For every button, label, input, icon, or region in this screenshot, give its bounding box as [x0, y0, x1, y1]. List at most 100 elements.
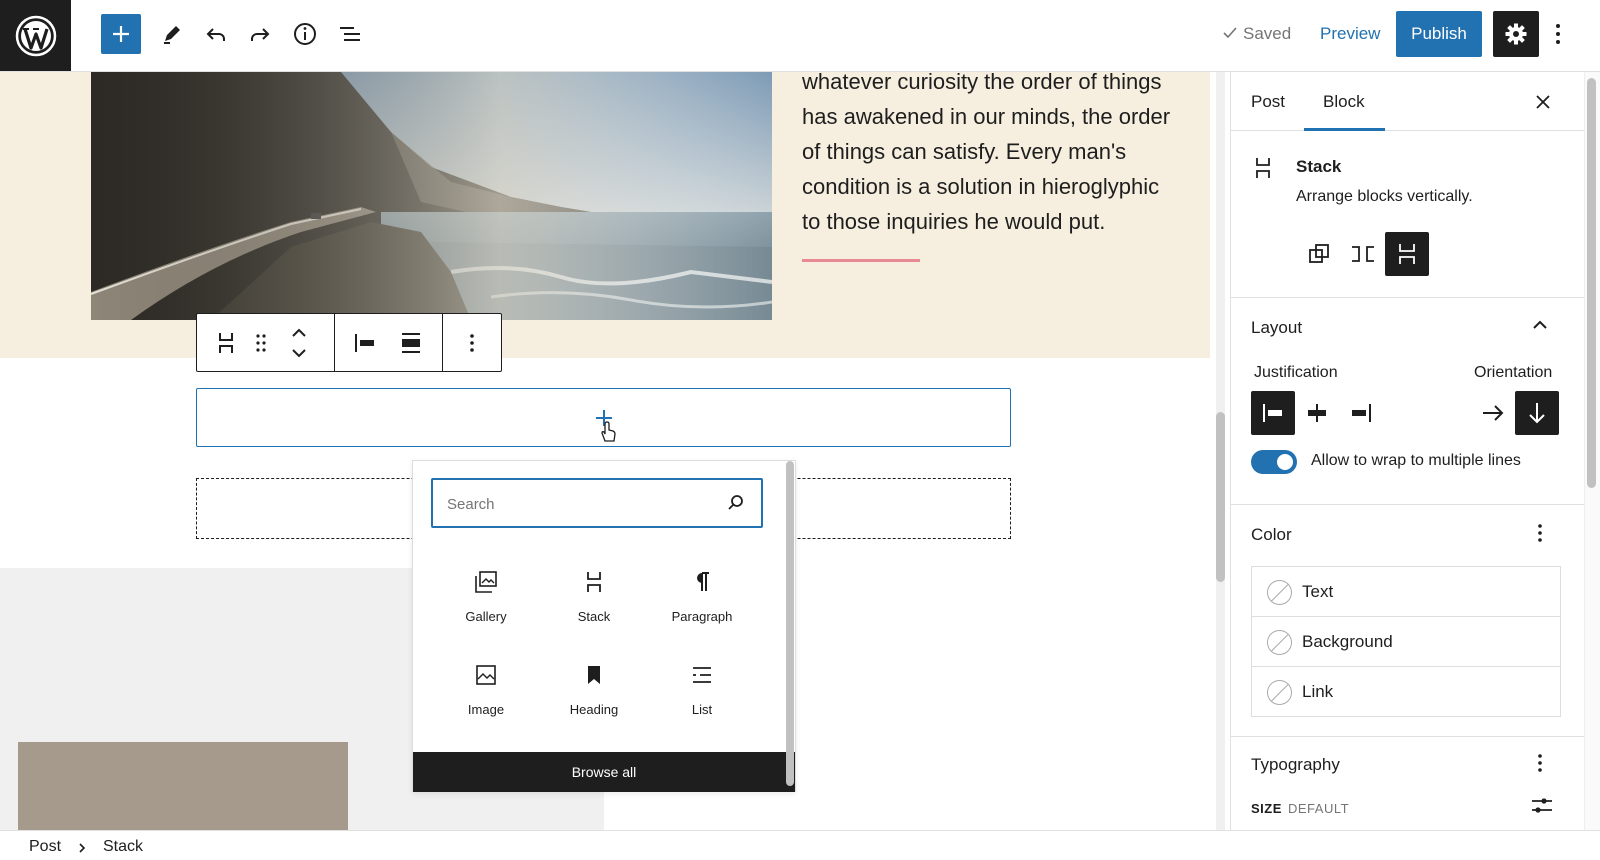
block-title: Stack	[1296, 157, 1342, 176]
color-item-label: Background	[1302, 632, 1393, 651]
tab-block[interactable]: Block	[1323, 92, 1365, 112]
settings-sidebar: Post Block Stack Arrange blocks vertical…	[1230, 72, 1584, 830]
details-button[interactable]	[285, 14, 325, 54]
color-link-row[interactable]: Link	[1251, 666, 1561, 717]
justify-center-icon	[1308, 404, 1326, 422]
block-item-label: Image	[467, 702, 505, 717]
block-search-field[interactable]	[431, 478, 763, 528]
orientation-vertical-button[interactable]	[1515, 391, 1559, 435]
block-search-input[interactable]	[447, 493, 707, 515]
block-item-paragraph[interactable]: Paragraph	[647, 563, 757, 643]
block-item-stack[interactable]: Stack	[539, 563, 649, 643]
move-up-button[interactable]	[285, 324, 313, 342]
drag-handle-icon	[256, 334, 266, 352]
coastal-road-image[interactable]	[91, 72, 772, 320]
arrow-right-icon	[1483, 405, 1504, 421]
toolbar-divider	[442, 314, 443, 371]
list-icon	[693, 667, 711, 683]
paragraph-icon	[697, 572, 709, 591]
block-item-gallery[interactable]: Gallery	[431, 563, 541, 643]
color-panel: Color Text Background Link	[1231, 505, 1584, 737]
editor-header: Saved Preview Publish	[0, 0, 1600, 72]
block-item-label: Paragraph	[671, 609, 733, 624]
block-options-button[interactable]	[455, 329, 489, 357]
block-description: Arrange blocks vertically.	[1296, 188, 1473, 205]
plus-icon	[113, 26, 129, 42]
full-width-icon	[402, 333, 420, 353]
orientation-horizontal-button[interactable]	[1471, 391, 1515, 435]
image-icon	[476, 665, 496, 685]
breadcrumb-stack[interactable]: Stack	[103, 838, 143, 856]
undo-button[interactable]	[196, 14, 236, 54]
chevron-up-icon[interactable]	[1532, 320, 1548, 330]
options-button[interactable]	[1548, 14, 1568, 54]
chevron-down-icon	[292, 349, 306, 358]
justify-center-button[interactable]	[1295, 391, 1339, 435]
chevron-up-icon	[292, 328, 306, 337]
browse-all-button[interactable]: Browse all	[413, 752, 795, 792]
typography-panel: Typography SIZE DEFAULT	[1231, 737, 1584, 830]
breadcrumb-post[interactable]: Post	[29, 838, 61, 856]
justify-left-button[interactable]	[345, 329, 385, 357]
layout-panel-title[interactable]: Layout	[1251, 318, 1302, 338]
wordpress-logo-icon	[15, 15, 56, 56]
justify-left-button[interactable]	[1251, 391, 1295, 435]
canvas-scrollbar[interactable]	[1216, 412, 1225, 582]
bottom-image[interactable]	[18, 742, 348, 830]
block-item-label: Heading	[569, 702, 619, 717]
stack-icon	[219, 333, 233, 353]
wrap-label: Allow to wrap to multiple lines	[1311, 452, 1521, 469]
inserter-scrollbar[interactable]	[786, 461, 794, 786]
block-item-label: Gallery	[465, 609, 507, 624]
wrap-toggle[interactable]	[1251, 450, 1297, 474]
block-item-heading[interactable]: Heading	[539, 656, 649, 736]
bookmark-icon	[588, 666, 600, 684]
preview-button[interactable]: Preview	[1320, 24, 1380, 44]
block-item-image[interactable]: Image	[431, 656, 541, 736]
tools-button[interactable]	[152, 14, 192, 54]
settings-button[interactable]	[1493, 11, 1539, 57]
coastal-landscape-illustration	[91, 72, 772, 320]
stack-icon	[1399, 244, 1415, 264]
selected-stack-block[interactable]	[196, 388, 1011, 447]
color-item-label: Link	[1302, 682, 1334, 701]
sidebar-scrollbar[interactable]	[1587, 78, 1596, 488]
close-sidebar-button[interactable]	[1531, 90, 1555, 114]
row-icon	[1352, 246, 1374, 262]
publish-button[interactable]: Publish	[1396, 11, 1482, 57]
toggle-knob	[1277, 454, 1293, 470]
full-width-button[interactable]	[391, 329, 431, 357]
more-vertical-icon	[1556, 24, 1560, 44]
search-icon	[728, 495, 743, 510]
transform-group-button[interactable]	[1297, 232, 1341, 276]
font-size-value: DEFAULT	[1288, 801, 1350, 816]
list-view-button[interactable]	[330, 14, 370, 54]
drag-handle[interactable]	[249, 329, 273, 357]
typography-panel-title: Typography	[1251, 755, 1340, 774]
block-type-button[interactable]	[211, 329, 241, 357]
move-down-button[interactable]	[285, 344, 313, 362]
more-vertical-icon	[470, 334, 474, 352]
editor-canvas[interactable]: whatever curiosity the order of things h…	[0, 72, 1210, 830]
color-background-row[interactable]: Background	[1251, 616, 1561, 667]
close-icon	[1536, 95, 1550, 109]
pencil-icon	[164, 26, 180, 44]
add-block-button[interactable]	[101, 14, 141, 54]
color-text-row[interactable]: Text	[1251, 566, 1561, 617]
transform-stack-button[interactable]	[1385, 232, 1429, 276]
saved-status: Saved	[1243, 24, 1292, 43]
transform-row-button[interactable]	[1341, 232, 1385, 276]
color-panel-title: Color	[1251, 525, 1292, 544]
paragraph-block[interactable]: whatever curiosity the order of things h…	[802, 72, 1182, 239]
block-item-list[interactable]: List	[647, 656, 757, 736]
custom-size-icon[interactable]	[1531, 797, 1553, 815]
justify-right-button[interactable]	[1339, 391, 1383, 435]
wordpress-logo-button[interactable]	[0, 0, 71, 71]
redo-button[interactable]	[240, 14, 280, 54]
justify-right-icon	[1352, 404, 1371, 422]
tab-post[interactable]: Post	[1251, 92, 1285, 112]
more-vertical-icon[interactable]	[1537, 753, 1543, 773]
block-item-label: Stack	[577, 609, 611, 624]
info-icon	[294, 23, 316, 45]
more-vertical-icon[interactable]	[1537, 523, 1543, 543]
